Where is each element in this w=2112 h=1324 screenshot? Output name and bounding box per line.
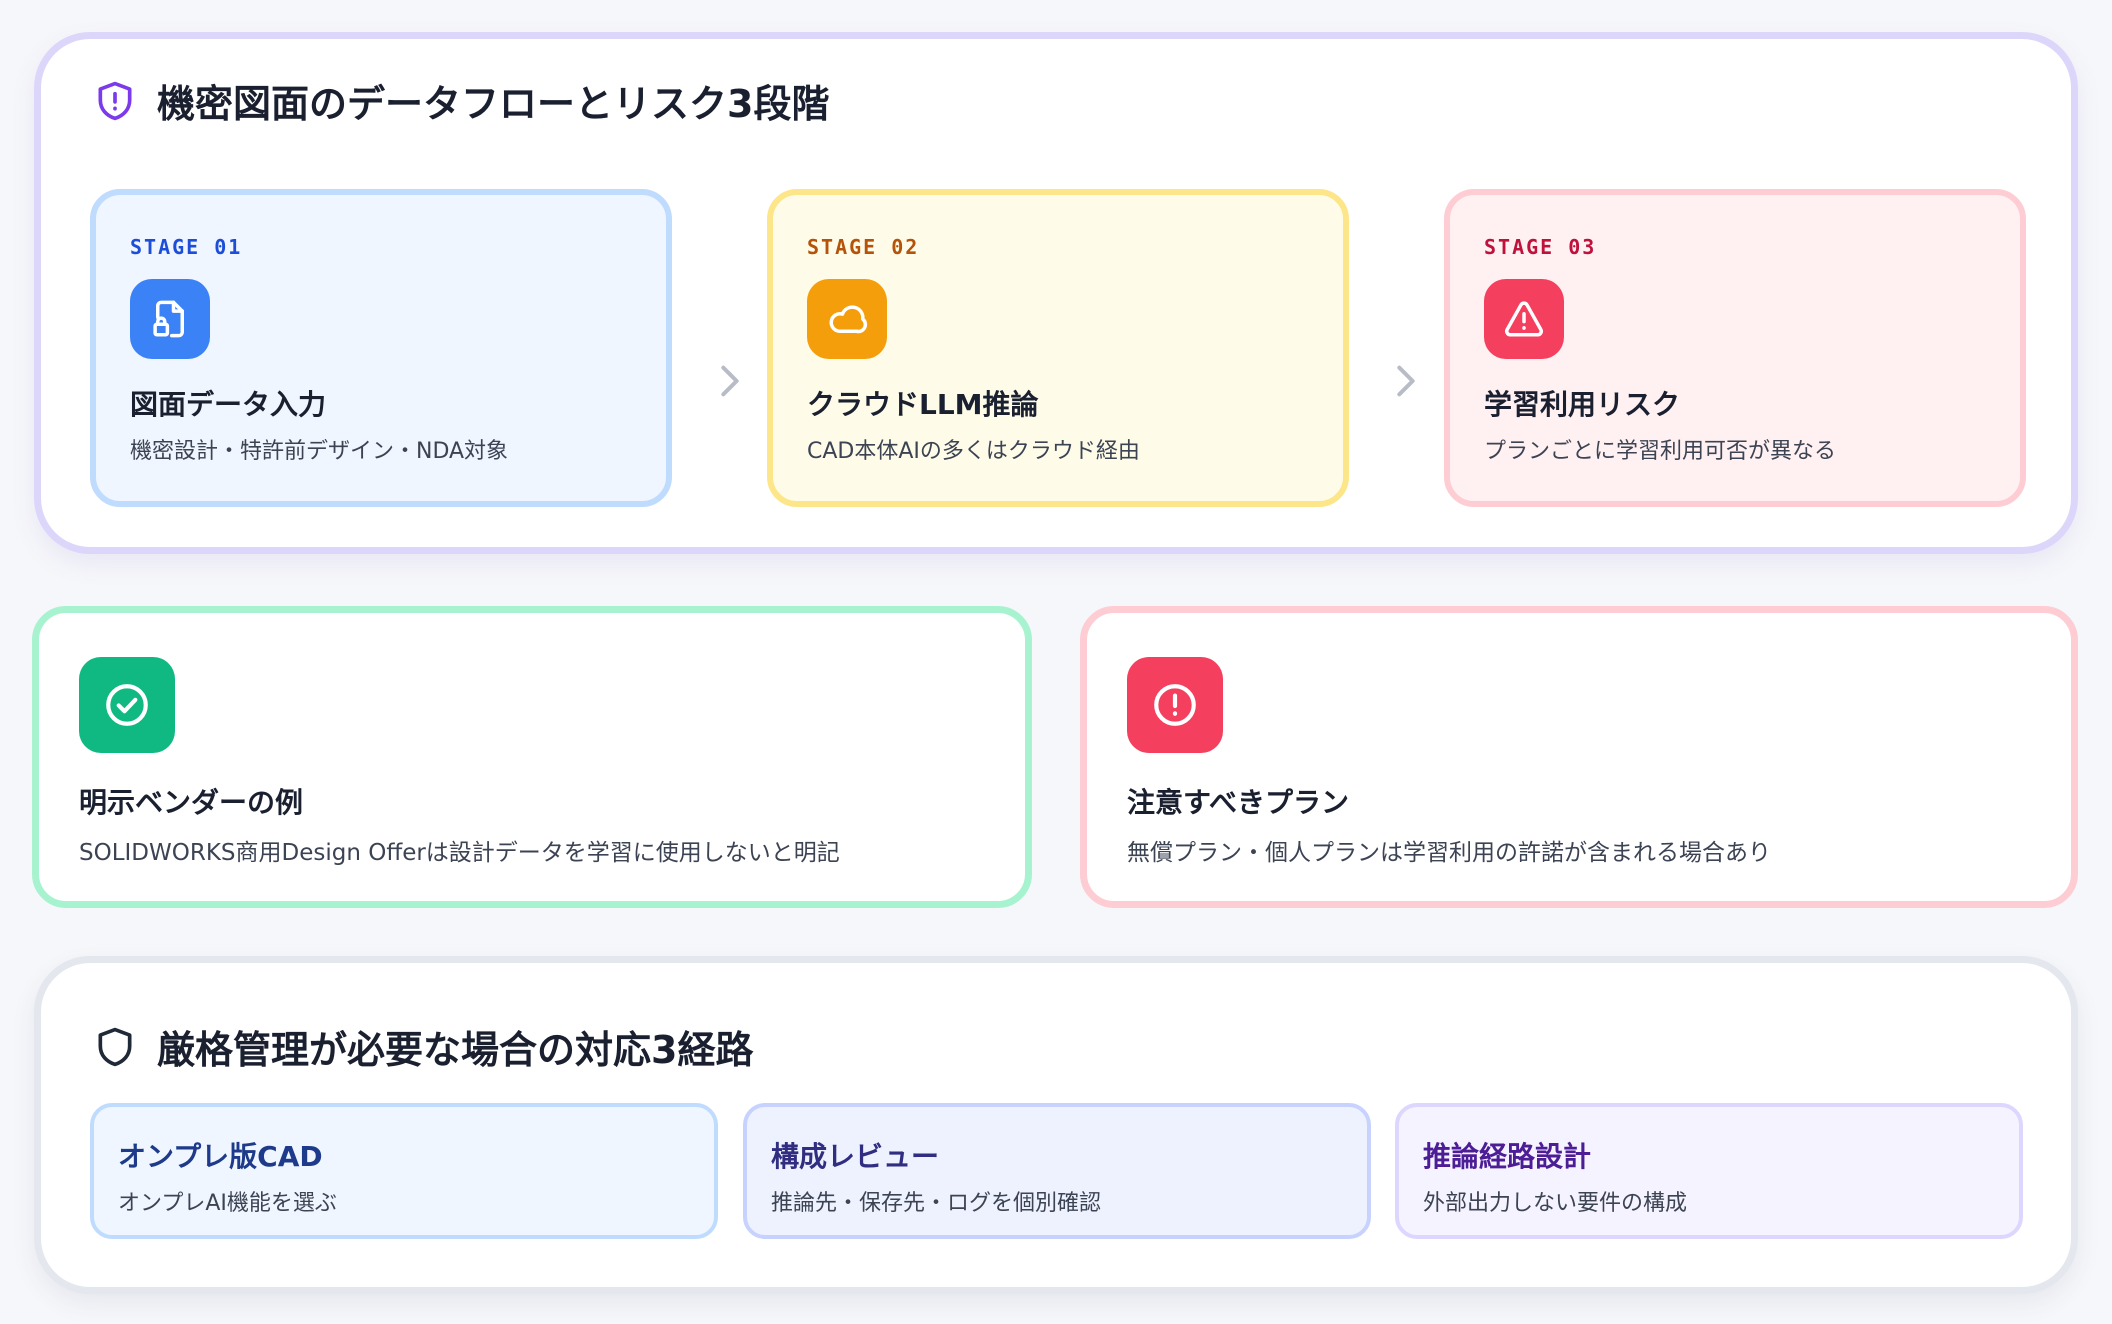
- stage-card-02: STAGE 02 クラウドLLM推論 CAD本体AIの多くはクラウド経由: [767, 189, 1349, 507]
- stage-card-03: STAGE 03 学習利用リスク プランごとに学習利用可否が異なる: [1444, 189, 2026, 507]
- data-flow-panel: 機密図面のデータフローとリスク3段階 STAGE 01 図面データ入力 機密設計…: [34, 32, 2078, 554]
- info-icon-box: [79, 657, 175, 753]
- stage-label: STAGE 01: [130, 235, 243, 259]
- routes-heading: 厳格管理が必要な場合の対応3経路: [93, 1019, 753, 1074]
- data-flow-heading: 機密図面のデータフローとリスク3段階: [93, 73, 829, 128]
- stage-description: 機密設計・特許前デザイン・NDA対象: [130, 439, 509, 464]
- info-icon-box: [1127, 657, 1223, 753]
- route-description: オンプレAI機能を選ぶ: [118, 1191, 337, 1216]
- route-title: 構成レビュー: [771, 1140, 940, 1173]
- route-title: オンプレ版CAD: [118, 1140, 323, 1173]
- info-title: 注意すべきプラン: [1127, 786, 1350, 819]
- caution-plan-card: 注意すべきプラン 無償プラン・個人プランは学習利用の許諾が含まれる場合あり: [1080, 606, 2078, 908]
- stage-icon-box: [1484, 279, 1564, 359]
- shield-alert-icon: [98, 81, 132, 120]
- route-card-review: 構成レビュー 推論先・保存先・ログを個別確認: [743, 1103, 1371, 1239]
- page-title: 機密図面のデータフローとリスク3段階: [157, 82, 830, 126]
- file-lock-icon: [153, 300, 184, 338]
- info-description: 無償プラン・個人プランは学習利用の許諾が含まれる場合あり: [1127, 840, 1771, 866]
- chevron-right-icon: [1397, 365, 1415, 397]
- route-description: 外部出力しない要件の構成: [1423, 1191, 1688, 1216]
- vendor-example-card: 明示ベンダーの例 SOLIDWORKS商用Design Offerは設計データを…: [32, 606, 1032, 908]
- stage-description: CAD本体AIの多くはクラウド経由: [807, 439, 1140, 464]
- alert-circle-icon: [1154, 684, 1196, 726]
- routes-title: 厳格管理が必要な場合の対応3経路: [157, 1028, 754, 1072]
- stage-label: STAGE 03: [1484, 235, 1597, 259]
- stage-label: STAGE 02: [807, 235, 920, 259]
- cloud-icon: [829, 305, 868, 334]
- route-card-onprem: オンプレ版CAD オンプレAI機能を選ぶ: [90, 1103, 718, 1239]
- info-description: SOLIDWORKS商用Design Offerは設計データを学習に使用しないと…: [79, 840, 840, 866]
- chevron-right-icon: [721, 365, 739, 397]
- stage-card-01: STAGE 01 図面データ入力 機密設計・特許前デザイン・NDA対象: [90, 189, 672, 507]
- shield-icon: [98, 1027, 132, 1066]
- route-card-inference-design: 推論経路設計 外部出力しない要件の構成: [1395, 1103, 2023, 1239]
- stage-description: プランごとに学習利用可否が異なる: [1484, 439, 1837, 464]
- stage-title: 学習利用リスク: [1484, 388, 1681, 421]
- check-circle-icon: [106, 684, 148, 726]
- stage-title: クラウドLLM推論: [807, 388, 1039, 421]
- routes-panel: 厳格管理が必要な場合の対応3経路 オンプレ版CAD オンプレAI機能を選ぶ 構成…: [34, 956, 2078, 1294]
- route-title: 推論経路設計: [1423, 1140, 1592, 1173]
- stage-icon-box: [807, 279, 887, 359]
- info-title: 明示ベンダーの例: [79, 786, 304, 819]
- route-description: 推論先・保存先・ログを個別確認: [771, 1191, 1102, 1216]
- stage-icon-box: [130, 279, 210, 359]
- warning-triangle-icon: [1505, 301, 1543, 337]
- stage-title: 図面データ入力: [130, 388, 327, 421]
